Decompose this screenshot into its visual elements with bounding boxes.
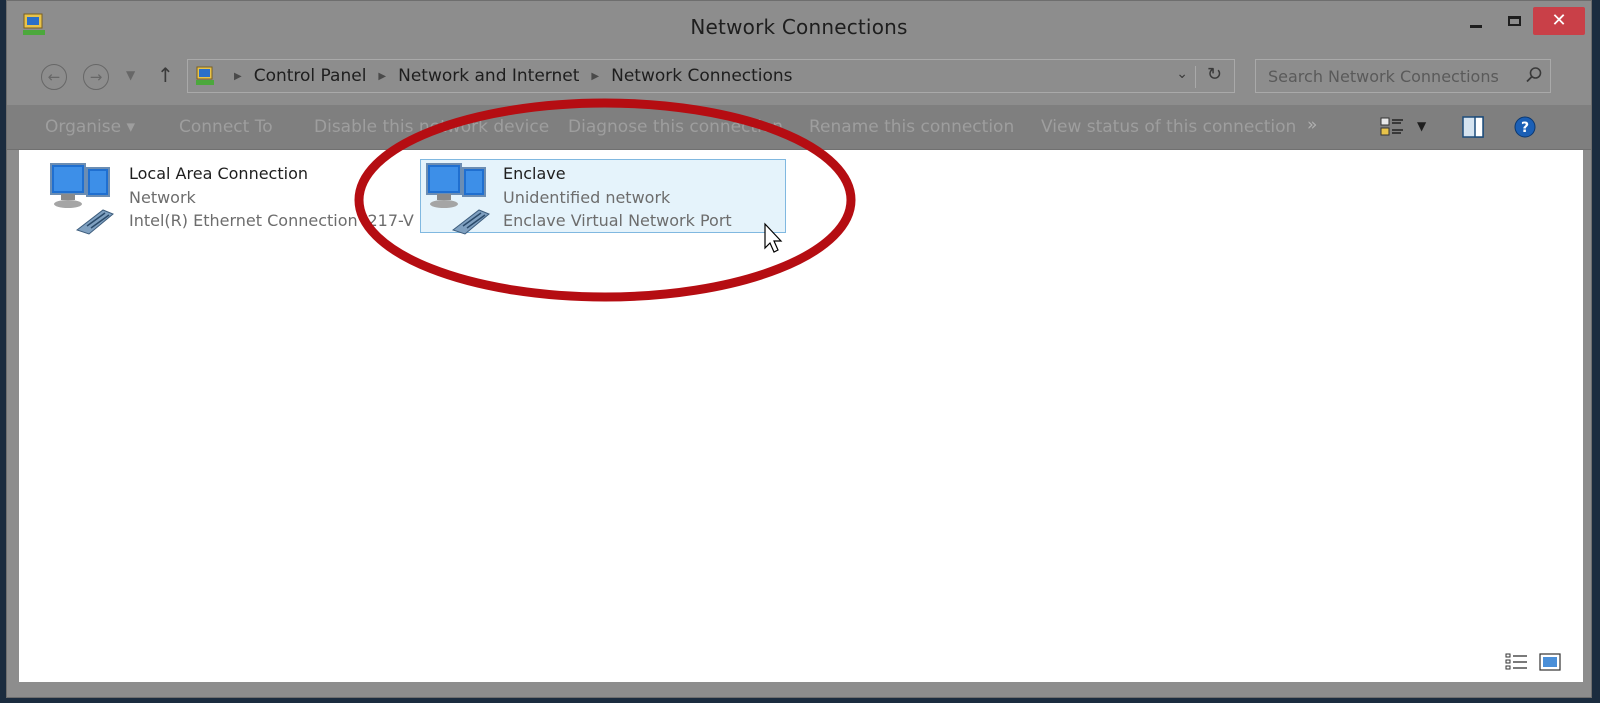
search-box[interactable]: Search Network Connections [1255, 59, 1551, 93]
breadcrumb-separator-icon[interactable]: ▶ [591, 71, 599, 82]
breadcrumb-control-panel[interactable]: Control Panel [254, 66, 367, 86]
breadcrumb-network-connections[interactable]: Network Connections [611, 66, 792, 86]
rename-connection-button[interactable]: Rename this connection [809, 117, 1014, 137]
title-bar[interactable]: Network Connections ✕ [7, 1, 1591, 51]
connection-status: Unidentified network [503, 187, 671, 207]
connection-device: Enclave Virtual Network Port [503, 211, 732, 230]
large-icons-view-icon[interactable] [1539, 652, 1561, 672]
view-mode-switcher [1505, 652, 1561, 672]
maximize-button[interactable] [1497, 7, 1531, 35]
breadcrumb: ▶ Control Panel ▶ Network and Internet ▶… [222, 66, 793, 86]
address-bar[interactable]: ▶ Control Panel ▶ Network and Internet ▶… [187, 59, 1235, 93]
navigation-bar: ← → ▼ ↑ ▶ Control Panel ▶ Network and In… [15, 57, 1583, 101]
connections-list[interactable]: Local Area Connection Network Intel(R) E… [19, 150, 1583, 682]
minimize-button[interactable] [1459, 7, 1493, 35]
up-arrow-icon[interactable]: ↑ [157, 63, 174, 87]
details-view-icon[interactable] [1505, 652, 1529, 672]
connection-name: Local Area Connection [129, 164, 308, 183]
back-button[interactable]: ← [41, 64, 67, 90]
control-panel-icon [196, 66, 214, 85]
connection-details: Enclave Unidentified network Enclave Vir… [503, 162, 732, 233]
window-title: Network Connections [690, 15, 908, 39]
arrow-right-icon: → [89, 68, 103, 86]
connection-device: Intel(R) Ethernet Connection I217-V [129, 211, 414, 230]
arrow-left-icon: ← [47, 68, 61, 86]
search-input[interactable]: Search Network Connections [1268, 67, 1499, 86]
close-button[interactable]: ✕ [1533, 7, 1585, 35]
breadcrumb-separator-icon[interactable]: ▶ [378, 71, 386, 82]
breadcrumb-separator-icon[interactable]: ▶ [234, 71, 242, 82]
refresh-icon[interactable]: ↻ [1207, 64, 1222, 85]
connection-item-enclave[interactable]: Enclave Unidentified network Enclave Vir… [420, 159, 786, 235]
network-connections-window: Network Connections ✕ ← → ▼ ↑ ▶ Control … [6, 0, 1592, 698]
connect-to-button[interactable]: Connect To [179, 117, 273, 137]
connection-status: Network [129, 187, 196, 207]
command-bar: Organise ▾ Connect To Disable this netwo… [7, 105, 1591, 150]
help-icon[interactable]: ? [1513, 115, 1537, 139]
maximize-icon [1507, 16, 1521, 26]
search-icon[interactable] [1524, 65, 1544, 85]
address-divider [1195, 66, 1196, 88]
breadcrumb-network-and-internet[interactable]: Network and Internet [398, 66, 579, 86]
organise-menu-button[interactable]: Organise ▾ [45, 117, 135, 137]
svg-text:?: ? [1521, 120, 1529, 136]
connection-details: Local Area Connection Network Intel(R) E… [129, 162, 429, 233]
change-view-icon[interactable] [1379, 115, 1407, 139]
preview-pane-icon[interactable] [1461, 115, 1485, 139]
close-icon: ✕ [1551, 10, 1567, 31]
address-history-chevron-down-icon[interactable]: ⌄ [1176, 66, 1188, 82]
network-adapter-icon [426, 163, 490, 235]
forward-button[interactable]: → [83, 64, 109, 90]
recent-locations-chevron-down-icon[interactable]: ▼ [126, 68, 135, 82]
diagnose-connection-button[interactable]: Diagnose this connection [568, 117, 783, 137]
view-status-button[interactable]: View status of this connection [1041, 117, 1296, 137]
view-options-chevron-down-icon[interactable]: ▼ [1417, 119, 1426, 133]
minimize-icon [1470, 24, 1482, 28]
more-commands-chevron-icon[interactable]: » [1307, 115, 1317, 135]
network-adapter-icon [50, 163, 114, 235]
connection-name: Enclave [503, 164, 566, 183]
connection-item-local-area[interactable]: Local Area Connection Network Intel(R) E… [47, 158, 427, 240]
disable-device-button[interactable]: Disable this network device [314, 117, 549, 137]
